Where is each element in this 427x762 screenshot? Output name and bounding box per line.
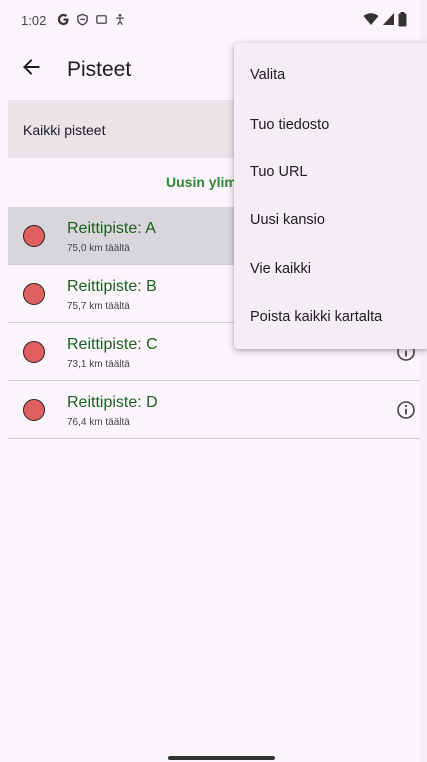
status-time: 1:02 <box>21 13 47 28</box>
battery-icon <box>398 11 407 26</box>
filter-label: Kaikki pisteet <box>23 122 106 138</box>
menu-item-export-all[interactable]: Vie kaikki <box>234 247 427 291</box>
waypoint-name: Reittipiste: C <box>67 336 158 353</box>
wifi-icon <box>363 13 379 25</box>
overflow-menu: Valita Tuo tiedosto Tuo URL Uusi kansio … <box>234 43 427 349</box>
vpn-shield-icon <box>77 13 88 26</box>
accessibility-icon <box>116 13 124 25</box>
square-notification-icon <box>96 14 107 24</box>
waypoint-distance: 76,4 km täältä <box>67 417 130 428</box>
waypoint-name: Reittipiste: B <box>67 278 157 295</box>
menu-item-remove-all-from-map[interactable]: Poista kaikki kartalta <box>234 295 427 339</box>
menu-item-select[interactable]: Valita <box>234 53 427 97</box>
status-icons-left <box>57 11 126 27</box>
google-g-icon <box>57 13 69 25</box>
waypoint-marker-icon <box>23 283 45 305</box>
waypoint-distance: 73,1 km täältä <box>67 359 130 370</box>
waypoint-name: Reittipiste: A <box>67 220 156 237</box>
page-title: Pisteet <box>67 58 132 81</box>
back-button[interactable] <box>18 54 44 80</box>
menu-item-import-url[interactable]: Tuo URL <box>234 150 427 194</box>
waypoint-item[interactable]: Reittipiste: D 76,4 km täältä <box>8 381 420 439</box>
waypoint-marker-icon <box>23 225 45 247</box>
status-icons-right <box>363 11 407 27</box>
waypoint-distance: 75,0 km täältä <box>67 243 130 254</box>
home-indicator[interactable] <box>168 756 275 760</box>
waypoint-marker-icon <box>23 341 45 363</box>
status-bar: 1:02 <box>0 0 427 34</box>
arrow-left-icon <box>23 59 40 75</box>
waypoint-distance: 75,7 km täältä <box>67 301 130 312</box>
menu-item-import-file[interactable]: Tuo tiedosto <box>234 103 427 147</box>
sort-toggle[interactable]: Uusin ylim <box>166 174 237 190</box>
waypoint-marker-icon <box>23 399 45 421</box>
waypoint-name: Reittipiste: D <box>67 394 158 411</box>
info-icon[interactable] <box>396 400 416 420</box>
cellular-signal-icon <box>383 13 394 25</box>
menu-item-new-folder[interactable]: Uusi kansio <box>234 198 427 242</box>
